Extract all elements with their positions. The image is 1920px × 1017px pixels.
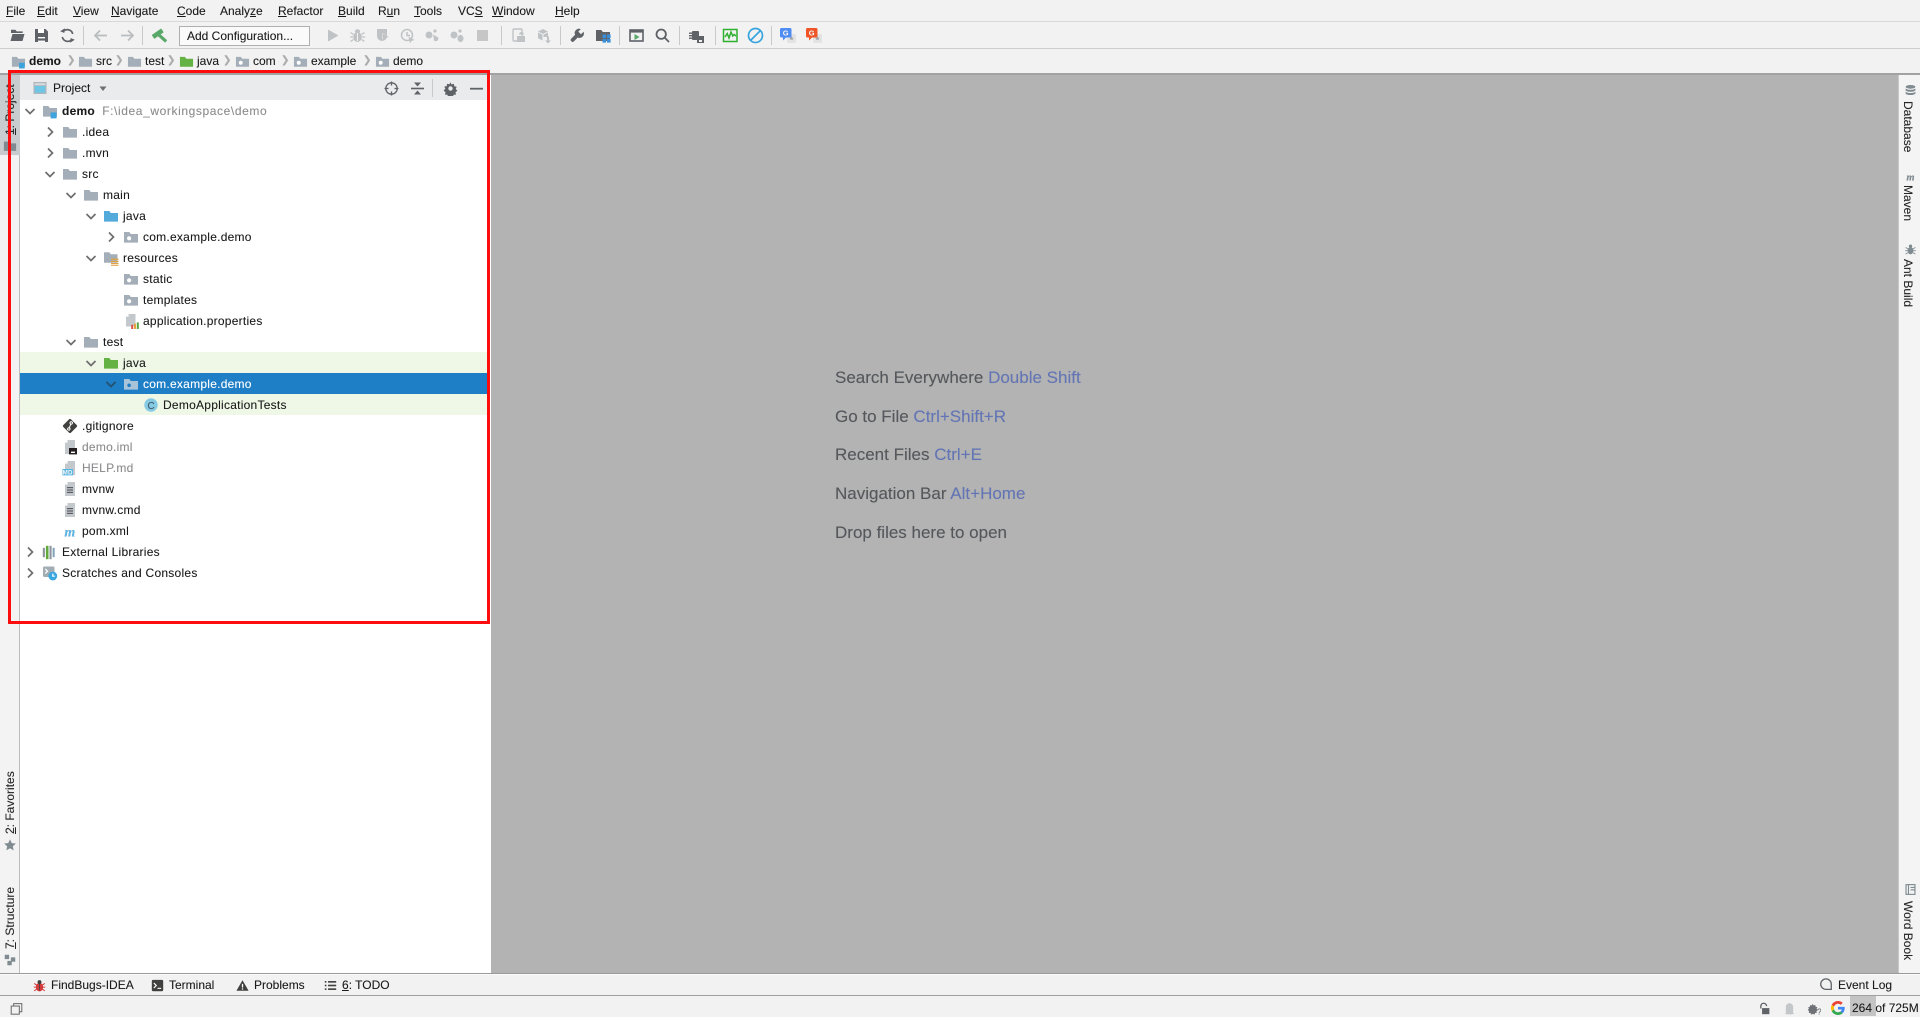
svg-text:?: ? bbox=[1817, 1007, 1821, 1016]
svg-text:G: G bbox=[809, 29, 815, 38]
svg-text:m: m bbox=[1906, 173, 1914, 183]
svg-text:G: G bbox=[783, 29, 789, 38]
